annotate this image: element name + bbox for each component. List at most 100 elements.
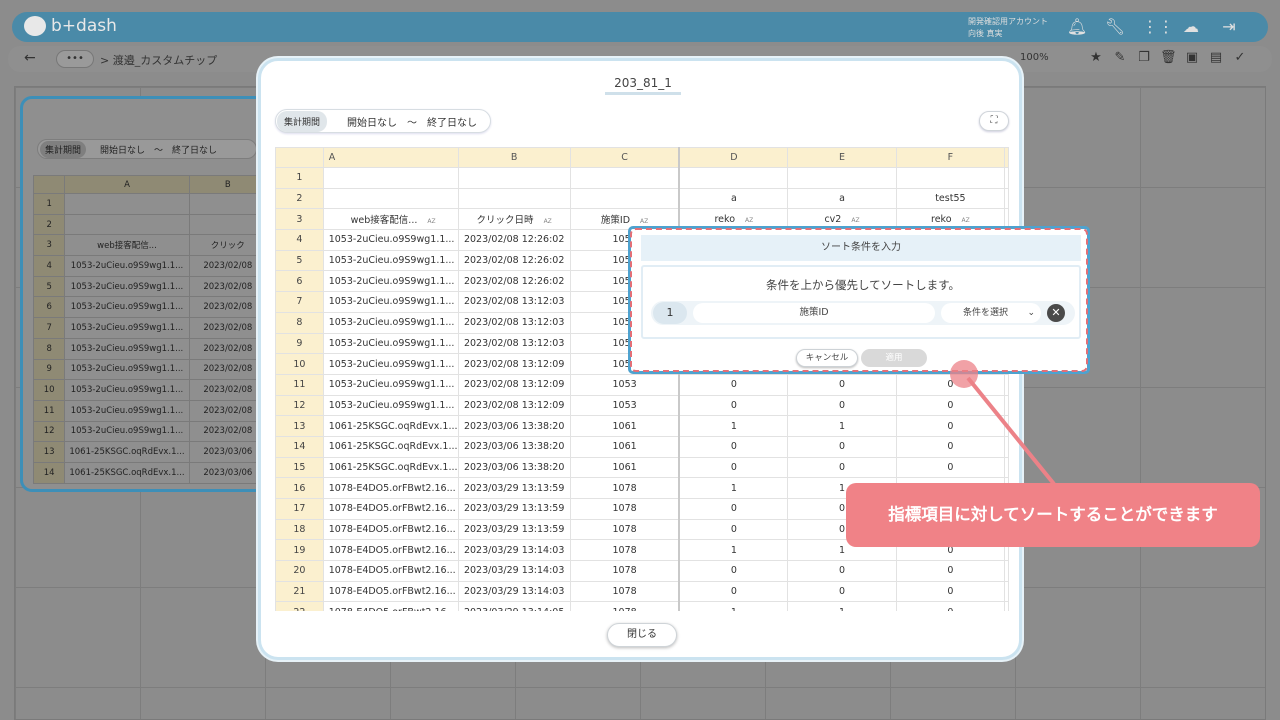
corner-cell	[275, 147, 324, 168]
apply-button[interactable]: 適用	[861, 349, 927, 367]
table-cell: 2023/03/06 13:38:20	[457, 456, 571, 479]
row-header: 19	[275, 539, 324, 562]
bell-icon[interactable]: 🔔︎	[1066, 16, 1088, 38]
sort-az-icon[interactable]: AZ	[745, 217, 753, 224]
bg-table-cell	[188, 193, 267, 215]
cancel-button[interactable]: キャンセル	[796, 349, 858, 367]
row-header: 3	[275, 208, 324, 231]
column-header-row: ABCDEF	[275, 147, 1009, 168]
bg-table-cell: 2023/02/08	[188, 337, 267, 360]
table-cell: 2023/02/08 13:12:09	[457, 373, 571, 396]
column-header[interactable]: C	[569, 147, 681, 168]
bg-period-label: 集計期間	[40, 140, 87, 158]
column-header[interactable]: F	[895, 147, 1006, 168]
row-header: 22	[275, 601, 324, 611]
table-cell-spacer	[1004, 167, 1009, 189]
sort-az-icon[interactable]: AZ	[851, 217, 859, 224]
table-cell: 2023/02/08 13:12:03	[457, 291, 571, 313]
app-logo[interactable]: b+dash	[24, 16, 117, 36]
expand-icon: ⛶	[990, 115, 998, 126]
sort-dialog-title: ソート条件を入力	[641, 235, 1081, 261]
close-button[interactable]: 閉じる	[607, 623, 677, 647]
column-header-spacer	[1004, 147, 1009, 168]
table-cell	[787, 167, 897, 189]
field-header-label: クリック日時	[476, 215, 534, 227]
field-header[interactable]: web接客配信... AZ	[322, 208, 459, 231]
column-header[interactable]: D	[678, 147, 789, 168]
field-header[interactable]: クリック日時 AZ	[457, 208, 571, 231]
table-cell-spacer	[1004, 456, 1009, 479]
back-arrow-icon[interactable]: ←	[24, 50, 36, 66]
table-cell	[569, 187, 681, 210]
table-cell: 0	[787, 394, 897, 417]
sort-instructions: 条件を上から優先してソートします。	[765, 278, 960, 292]
background-chip-card: 集計期間 開始日なし 〜 終了日なし A B 1 2 3 web接客配信... クリック…	[20, 96, 270, 492]
table-cell: 0	[787, 456, 897, 479]
logo-text: b+dash	[51, 16, 117, 36]
field-header-label: reko	[714, 213, 736, 225]
column-header[interactable]: A	[322, 147, 459, 168]
edit-icon[interactable]: ✎	[1112, 50, 1128, 66]
table-cell	[322, 187, 459, 210]
logout-icon[interactable]: ⇥	[1218, 16, 1240, 38]
zoom-level[interactable]: 100%	[1020, 52, 1049, 63]
copy-icon[interactable]: ❐	[1136, 50, 1152, 66]
trash-icon[interactable]: 🗑︎	[1160, 50, 1177, 66]
table-cell: 2023/02/08 13:12:09	[457, 353, 571, 375]
row-header: 11	[275, 373, 324, 396]
save-icon[interactable]: ▣	[1184, 50, 1200, 66]
sort-az-icon[interactable]: AZ	[962, 217, 970, 224]
table-cell: 1078	[569, 580, 681, 603]
toolbar-icons: ★ ✎ ❐ 🗑︎ ▣ ▤ ✓	[1088, 50, 1248, 66]
user-check-icon[interactable]: ✓	[1232, 50, 1248, 66]
grid-icon[interactable]: ⋮⋮	[1142, 16, 1174, 38]
table-cell: 2023/03/06 13:38:20	[457, 415, 571, 437]
table-cell: 0	[895, 394, 1006, 417]
table-cell-spacer	[1004, 580, 1009, 603]
table-cell	[895, 167, 1006, 189]
table-cell	[322, 167, 459, 189]
bg-row-header: 10	[32, 379, 66, 401]
table-cell: 0	[787, 373, 897, 396]
sort-az-icon[interactable]: AZ	[640, 218, 648, 225]
bg-table-row: 3 web接客配信... クリック	[32, 234, 267, 257]
column-header[interactable]: E	[787, 147, 897, 168]
row-header: 21	[275, 580, 324, 603]
table-cell: 2023/03/06 13:38:20	[457, 435, 571, 458]
table-cell-spacer	[1004, 560, 1009, 582]
sort-field[interactable]: 施策ID	[693, 303, 935, 323]
sort-az-icon[interactable]: AZ	[544, 218, 552, 225]
wrench-icon[interactable]: 🔧︎	[1104, 16, 1126, 38]
table-row: 221078-E4DO5.orFBwt2.16...2023/03/29 13:…	[275, 601, 1009, 611]
table-cell: 1061	[569, 415, 681, 437]
table-row: 12 1053-2uCieu.o9S9wg1.1... 2023/02/08 13:…	[275, 394, 1009, 417]
row-header: 14	[275, 435, 324, 458]
annotation-callout: 指標項目に対してソートすることができます	[846, 483, 1260, 547]
bg-table-cell: 1053-2uCieu.o9S9wg1.1...	[64, 275, 190, 298]
help-icon[interactable]: ☁	[1180, 16, 1202, 38]
fullscreen-button[interactable]: ⛶	[979, 111, 1009, 131]
bg-table-cell: 1053-2uCieu.o9S9wg1.1...	[64, 379, 190, 401]
table-cell: 0	[895, 415, 1006, 437]
table-row: 13 1061-25KSGC.oqRdEvx.1... 2023/03/06 13:…	[275, 415, 1009, 437]
table-cell: 0	[678, 435, 789, 458]
bg-table-cell: 1053-2uCieu.o9S9wg1.1...	[64, 420, 190, 443]
table-cell: 1078-E4DO5.orFBwt2.16...	[322, 539, 459, 562]
column-header[interactable]: B	[457, 147, 571, 168]
modal-title: 203_81_1	[605, 76, 681, 95]
bg-table-cell: 2023/02/08	[188, 317, 267, 339]
account-info[interactable]: 開発確認用アカウント 向後 真実	[968, 16, 1048, 40]
sort-order-select[interactable]: 条件を選択 ⌄	[941, 303, 1041, 323]
more-button[interactable]: •••	[56, 50, 94, 68]
sort-az-icon[interactable]: AZ	[427, 218, 435, 225]
bg-period-filter[interactable]: 集計期間 開始日なし 〜 終了日なし	[37, 139, 257, 159]
period-filter[interactable]: 集計期間 開始日なし 〜 終了日なし	[275, 109, 491, 133]
bg-table-cell: 1053-2uCieu.o9S9wg1.1...	[64, 399, 190, 422]
bg-table-row: 1	[32, 193, 267, 215]
star-icon[interactable]: ★	[1088, 50, 1104, 66]
table-cell: 1078-E4DO5.orFBwt2.16...	[322, 518, 459, 541]
export-icon[interactable]: ▤	[1208, 50, 1224, 66]
table-cell: a	[787, 187, 897, 210]
remove-condition-icon[interactable]: ✕	[1047, 304, 1065, 322]
table-cell: 1	[678, 477, 789, 499]
